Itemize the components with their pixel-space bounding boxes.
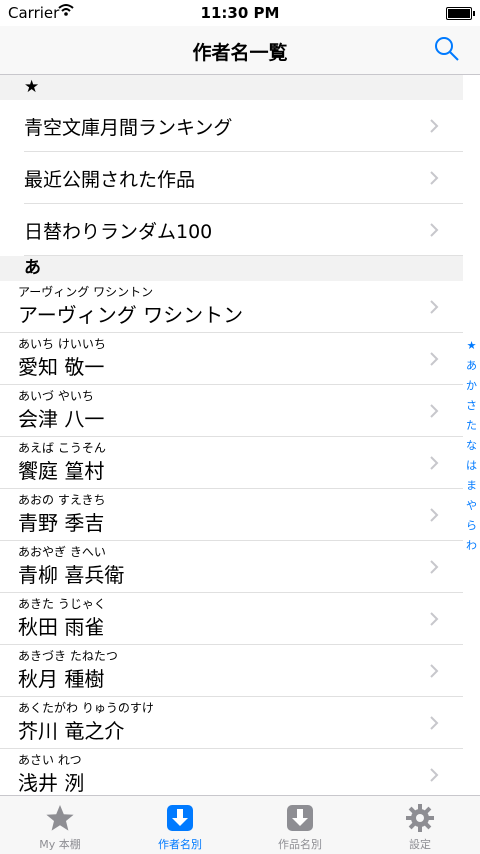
chevron-right-icon	[430, 768, 439, 782]
author-row[interactable]: あおの すえきち 青野 季吉	[0, 489, 463, 541]
index-item[interactable]: な	[463, 436, 480, 456]
chevron-right-icon	[430, 456, 439, 470]
chevron-right-icon	[430, 171, 439, 185]
author-kana: あえば こうそん	[18, 441, 106, 455]
gear-icon	[406, 804, 434, 832]
author-name: アーヴィング ワシントン	[18, 303, 244, 327]
author-row[interactable]: あいち けいいち 愛知 敬一	[0, 333, 463, 385]
author-kana: あきづき たねたつ	[18, 649, 118, 663]
chevron-right-icon	[430, 300, 439, 314]
chevron-right-icon	[430, 560, 439, 574]
index-item[interactable]: や	[463, 496, 480, 516]
author-kana: あいづ やいち	[18, 389, 94, 403]
tab-label: My 本棚	[39, 838, 81, 851]
menu-row-ranking[interactable]: 青空文庫月間ランキング	[24, 100, 463, 152]
chevron-right-icon	[430, 664, 439, 678]
clock: 11:30 PM	[200, 4, 280, 22]
author-row[interactable]: あさい れつ 浅井 洌	[0, 749, 463, 795]
author-row[interactable]: あえば こうそん 饗庭 篁村	[0, 437, 463, 489]
author-row[interactable]: あいづ やいち 会津 八一	[0, 385, 463, 437]
tab-by-title[interactable]: 作品名別	[240, 796, 360, 854]
index-item[interactable]: ら	[463, 516, 480, 536]
author-row[interactable]: アーヴィング ワシントン アーヴィング ワシントン	[0, 281, 463, 333]
download-icon	[287, 805, 313, 831]
search-icon[interactable]	[434, 36, 460, 62]
author-row[interactable]: あおやぎ きへい 青柳 喜兵衛	[0, 541, 463, 593]
author-name: 秋田 雨雀	[18, 615, 105, 639]
author-row[interactable]: あきた うじゃく 秋田 雨雀	[0, 593, 463, 645]
author-name: 浅井 洌	[18, 771, 85, 795]
index-item[interactable]: さ	[463, 396, 480, 416]
status-bar: Carrier 11:30 PM	[0, 0, 480, 26]
index-item[interactable]: か	[463, 376, 480, 396]
menu-row-random[interactable]: 日替わりランダム100	[24, 204, 463, 256]
tab-settings[interactable]: 設定	[360, 796, 480, 854]
author-kana: アーヴィング ワシントン	[18, 285, 154, 299]
tab-by-author[interactable]: 作者名別	[120, 796, 240, 854]
author-list[interactable]: ★ 青空文庫月間ランキング 最近公開された作品 日替わりランダム100 あ アー…	[0, 75, 463, 795]
section-header-star: ★	[0, 75, 463, 100]
tab-bar: My 本棚 作者名別 作品名別 設定	[0, 795, 480, 854]
author-kana: あおの すえきち	[18, 493, 106, 507]
menu-row-label: 最近公開された作品	[24, 169, 196, 191]
chevron-right-icon	[430, 612, 439, 626]
index-item[interactable]: た	[463, 416, 480, 436]
chevron-right-icon	[430, 119, 439, 133]
author-kana: あさい れつ	[18, 753, 82, 767]
index-item[interactable]: は	[463, 456, 480, 476]
chevron-right-icon	[430, 352, 439, 366]
download-icon	[167, 805, 193, 831]
section-header-a: あ	[0, 256, 463, 281]
author-kana: あおやぎ きへい	[18, 545, 106, 559]
author-row[interactable]: あくたがわ りゅうのすけ 芥川 竜之介	[0, 697, 463, 749]
author-name: 秋月 種樹	[18, 667, 105, 691]
star-icon	[46, 805, 74, 831]
tab-label: 作品名別	[278, 838, 322, 851]
author-kana: あきた うじゃく	[18, 597, 106, 611]
author-name: 芥川 竜之介	[18, 719, 125, 743]
chevron-right-icon	[430, 223, 439, 237]
author-name: 饗庭 篁村	[18, 459, 105, 483]
index-item[interactable]: ま	[463, 476, 480, 496]
author-name: 青野 季吉	[18, 511, 105, 535]
navigation-bar: 作者名一覧	[0, 26, 480, 75]
chevron-right-icon	[430, 716, 439, 730]
tab-label: 設定	[409, 838, 431, 851]
index-item[interactable]: ★	[463, 336, 480, 356]
index-item[interactable]: わ	[463, 536, 480, 556]
chevron-right-icon	[430, 404, 439, 418]
chevron-right-icon	[430, 508, 439, 522]
menu-row-label: 青空文庫月間ランキング	[24, 117, 233, 139]
index-item[interactable]: あ	[463, 356, 480, 376]
author-name: 愛知 敬一	[18, 355, 105, 379]
author-name: 青柳 喜兵衛	[18, 563, 125, 587]
battery-icon	[446, 7, 475, 20]
tab-my-bookshelf[interactable]: My 本棚	[0, 796, 120, 854]
author-name: 会津 八一	[18, 407, 105, 431]
tab-label: 作者名別	[158, 838, 202, 851]
menu-row-recent[interactable]: 最近公開された作品	[24, 152, 463, 204]
author-kana: あいち けいいち	[18, 337, 106, 351]
section-index[interactable]: ★ あ か さ た な は ま や ら わ	[463, 336, 480, 556]
page-title: 作者名一覧	[192, 42, 288, 64]
author-kana: あくたがわ りゅうのすけ	[18, 701, 154, 715]
menu-row-label: 日替わりランダム100	[24, 221, 213, 243]
author-row[interactable]: あきづき たねたつ 秋月 種樹	[0, 645, 463, 697]
